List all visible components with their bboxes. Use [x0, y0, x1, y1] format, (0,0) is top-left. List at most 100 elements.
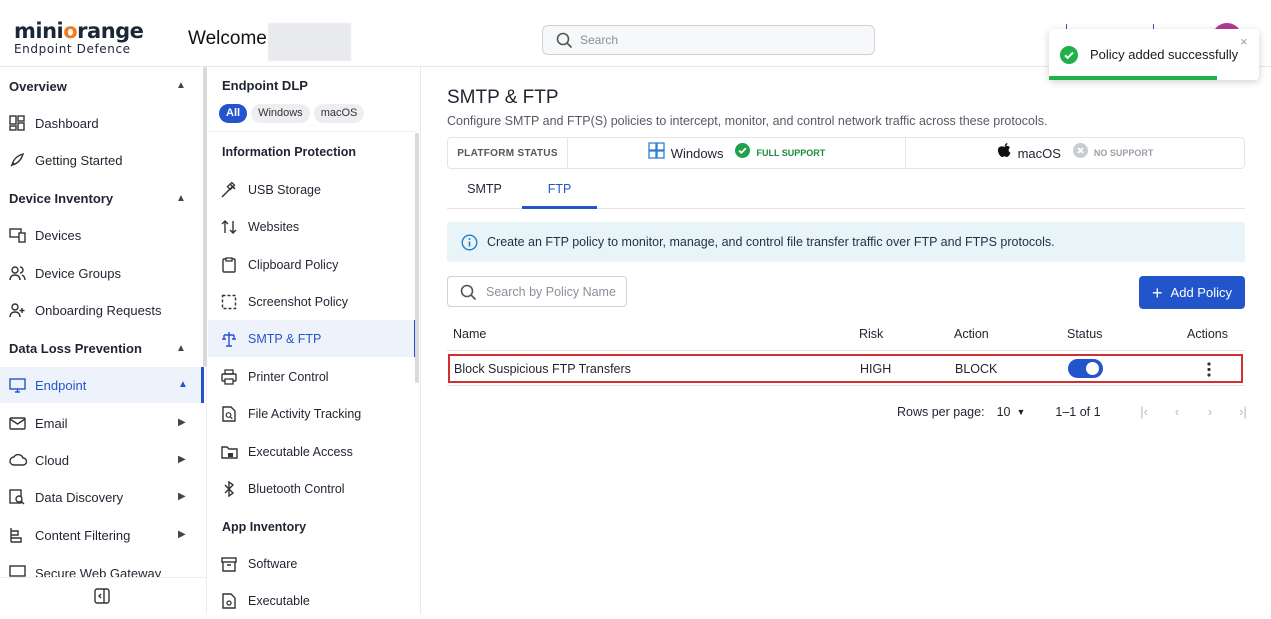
global-search-input[interactable]: Search	[542, 25, 875, 55]
apple-icon	[997, 142, 1012, 164]
dashboard-icon	[0, 115, 35, 131]
prev-page-icon[interactable]: ‹	[1161, 404, 1194, 419]
archive-icon	[208, 556, 248, 572]
column-name[interactable]: Name	[453, 327, 486, 341]
chip-macos[interactable]: macOS	[313, 104, 365, 123]
search-icon	[556, 32, 573, 54]
group-information-protection: Information Protection	[222, 145, 357, 159]
sidebar-item-content-filtering[interactable]: Content Filtering ▶	[0, 517, 200, 553]
rows-per-page-select[interactable]: 10	[997, 405, 1011, 419]
chevron-right-icon: ▶	[178, 417, 186, 428]
subnav-item-smtp-ftp[interactable]: SMTP & FTP	[208, 320, 417, 357]
sidebar-item-endpoint[interactable]: Endpoint ▲	[0, 367, 204, 403]
chevron-up-icon[interactable]: ▲	[176, 80, 186, 91]
rows-per-page-label: Rows per page:	[897, 404, 985, 419]
endpoint-subnav: Endpoint DLP All Windows macOS Informati…	[208, 67, 421, 614]
full-support-badge: FULL SUPPORT	[756, 148, 826, 158]
sidebar-item-cloud[interactable]: Cloud ▶	[0, 442, 200, 478]
close-icon[interactable]: ×	[1240, 34, 1248, 49]
printer-icon	[208, 368, 248, 385]
sidebar-item-email[interactable]: Email ▶	[0, 405, 200, 441]
swap-vertical-icon	[208, 219, 248, 235]
subnav-item-file-activity-tracking[interactable]: File Activity Tracking	[208, 395, 417, 432]
discovery-icon	[0, 489, 35, 505]
subnav-scrollbar[interactable]	[415, 133, 419, 383]
toast-message: Policy added successfully	[1090, 47, 1239, 62]
row-divider	[447, 385, 1245, 386]
sidebar-item-device-groups[interactable]: Device Groups	[0, 255, 200, 291]
last-page-icon[interactable]: ›|	[1227, 404, 1260, 419]
first-page-icon[interactable]: |‹	[1128, 404, 1161, 419]
subnav-item-executable[interactable]: Executable	[208, 582, 417, 619]
chevron-up-icon[interactable]: ▲	[176, 193, 186, 204]
devices-icon	[0, 227, 35, 243]
user-add-icon	[0, 302, 35, 318]
tab-smtp[interactable]: SMTP	[447, 171, 522, 209]
collapse-sidebar-icon[interactable]	[94, 588, 110, 609]
sidebar-section-data-loss-prevention[interactable]: Data Loss Prevention	[9, 341, 142, 356]
subnav-item-printer-control[interactable]: Printer Control	[208, 358, 417, 395]
redacted-username	[268, 23, 351, 61]
sidebar-item-dashboard[interactable]: Dashboard	[0, 105, 200, 141]
sidebar-item-data-discovery[interactable]: Data Discovery ▶	[0, 479, 200, 515]
column-action[interactable]: Action	[954, 327, 989, 341]
subnav-item-websites[interactable]: Websites	[208, 208, 417, 245]
subnav-item-screenshot-policy[interactable]: Screenshot Policy	[208, 283, 417, 320]
subnav-item-bluetooth-control[interactable]: Bluetooth Control	[208, 470, 417, 507]
windows-icon	[648, 142, 665, 164]
subnav-item-software[interactable]: Software	[208, 545, 417, 582]
folder-lock-icon	[208, 444, 248, 460]
page-description: Configure SMTP and FTP(S) policies to in…	[447, 114, 1048, 128]
chip-all[interactable]: All	[219, 104, 248, 123]
info-text: Create an FTP policy to monitor, manage,…	[487, 235, 1055, 249]
sidebar-item-onboarding-requests[interactable]: Onboarding Requests	[0, 292, 200, 328]
subnav-item-clipboard-policy[interactable]: Clipboard Policy	[208, 246, 417, 283]
subnav-item-usb-storage[interactable]: USB Storage	[208, 171, 417, 208]
sidebar-item-secure-web-gateway[interactable]: Secure Web Gateway	[0, 559, 200, 579]
sidebar-section-device-inventory[interactable]: Device Inventory	[9, 191, 113, 206]
sidebar-scrollbar[interactable]	[203, 67, 207, 367]
chevron-up-icon[interactable]: ▲	[176, 343, 186, 354]
status-toggle[interactable]	[1068, 359, 1103, 378]
policy-search-placeholder: Search by Policy Name	[486, 285, 616, 299]
chip-windows[interactable]: Windows	[251, 104, 310, 123]
search-icon	[460, 284, 477, 306]
info-icon	[461, 233, 478, 251]
more-vertical-icon[interactable]	[1207, 362, 1211, 382]
info-banner: Create an FTP policy to monitor, manage,…	[447, 222, 1245, 262]
pagination: Rows per page: 10 ▼ 1–1 of 1 |‹ ‹ › ›|	[897, 404, 1260, 419]
add-policy-button[interactable]: + Add Policy	[1139, 276, 1245, 309]
sidebar-item-getting-started[interactable]: Getting Started	[0, 142, 200, 178]
platform-macos: macOS NO SUPPORT	[906, 138, 1244, 168]
chevron-up-icon: ▲	[178, 379, 188, 390]
table-row[interactable]: Block Suspicious FTP Transfers HIGH BLOC…	[448, 354, 1243, 383]
toggle-knob	[1086, 362, 1099, 375]
logo: miniorange Endpoint Defence	[14, 19, 144, 56]
next-page-icon[interactable]: ›	[1194, 404, 1227, 419]
column-risk[interactable]: Risk	[859, 327, 883, 341]
mail-icon	[0, 415, 35, 431]
subnav-item-executable-access[interactable]: Executable Access	[208, 433, 417, 470]
no-support-badge: NO SUPPORT	[1093, 148, 1154, 158]
column-status[interactable]: Status	[1067, 327, 1102, 341]
chevron-right-icon: ▶	[178, 491, 186, 502]
sidebar-item-devices[interactable]: Devices	[0, 217, 200, 253]
gateway-icon	[0, 561, 35, 577]
sidebar-section-overview[interactable]: Overview	[9, 79, 67, 94]
sidebar: Overview ▲ Dashboard Getting Started Dev…	[0, 67, 207, 614]
usb-icon	[208, 181, 248, 198]
platform-windows: Windows FULL SUPPORT	[568, 138, 906, 168]
platform-status-label: PLATFORM STATUS	[448, 138, 568, 168]
chevron-right-icon: ▶	[178, 454, 186, 465]
tab-ftp[interactable]: FTP	[522, 171, 597, 209]
monitor-icon	[0, 377, 35, 393]
group-app-inventory: App Inventory	[222, 520, 307, 534]
main-content: SMTP & FTP Configure SMTP and FTP(S) pol…	[422, 67, 1271, 614]
x-circle-icon	[1072, 143, 1088, 163]
divider	[208, 131, 417, 132]
policy-search-input[interactable]: Search by Policy Name	[447, 276, 627, 307]
chevron-right-icon: ▶	[178, 529, 186, 540]
caret-down-icon[interactable]: ▼	[1016, 407, 1025, 417]
page-range: 1–1 of 1	[1055, 404, 1101, 419]
policy-name[interactable]: Block Suspicious FTP Transfers	[454, 362, 631, 376]
